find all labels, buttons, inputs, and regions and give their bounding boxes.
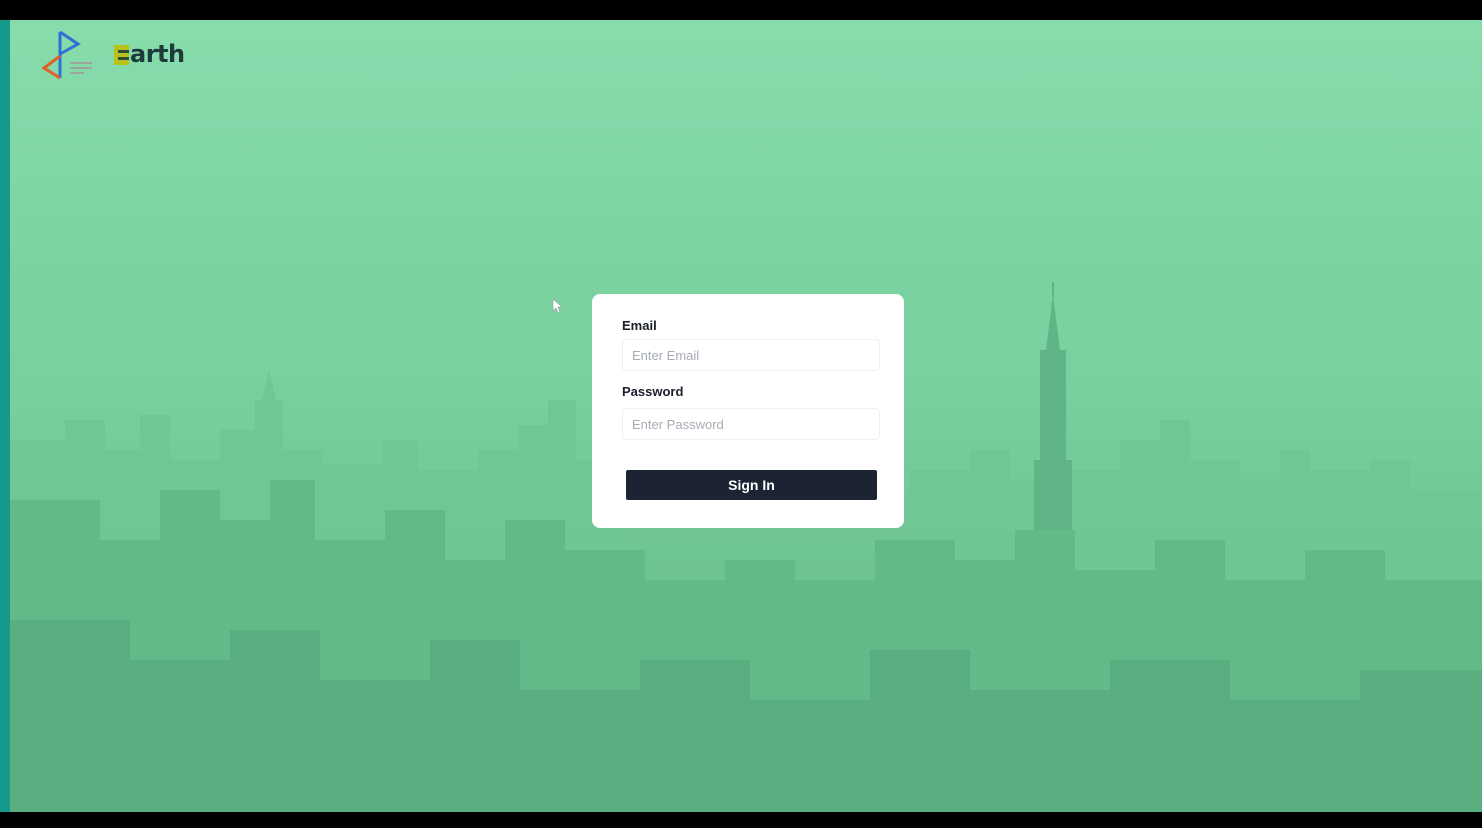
brand-logos: arth xyxy=(40,26,185,82)
mouse-pointer-icon xyxy=(552,298,564,314)
email-label: Email xyxy=(622,318,657,333)
login-card: Email Password Sign In xyxy=(592,294,904,528)
password-input[interactable] xyxy=(622,408,880,440)
login-page: arth Email Password Sign In xyxy=(10,20,1482,812)
brand-name: arth xyxy=(130,40,185,68)
sign-in-button[interactable]: Sign In xyxy=(626,470,877,500)
brand-wordmark: arth xyxy=(114,40,185,68)
accent-strip xyxy=(0,20,10,812)
brand-e-icon xyxy=(114,45,129,65)
password-label: Password xyxy=(622,384,684,399)
flag-triangle-logo-icon xyxy=(41,30,92,80)
email-input[interactable] xyxy=(622,339,880,371)
screen-frame: arth Email Password Sign In xyxy=(0,0,1482,828)
